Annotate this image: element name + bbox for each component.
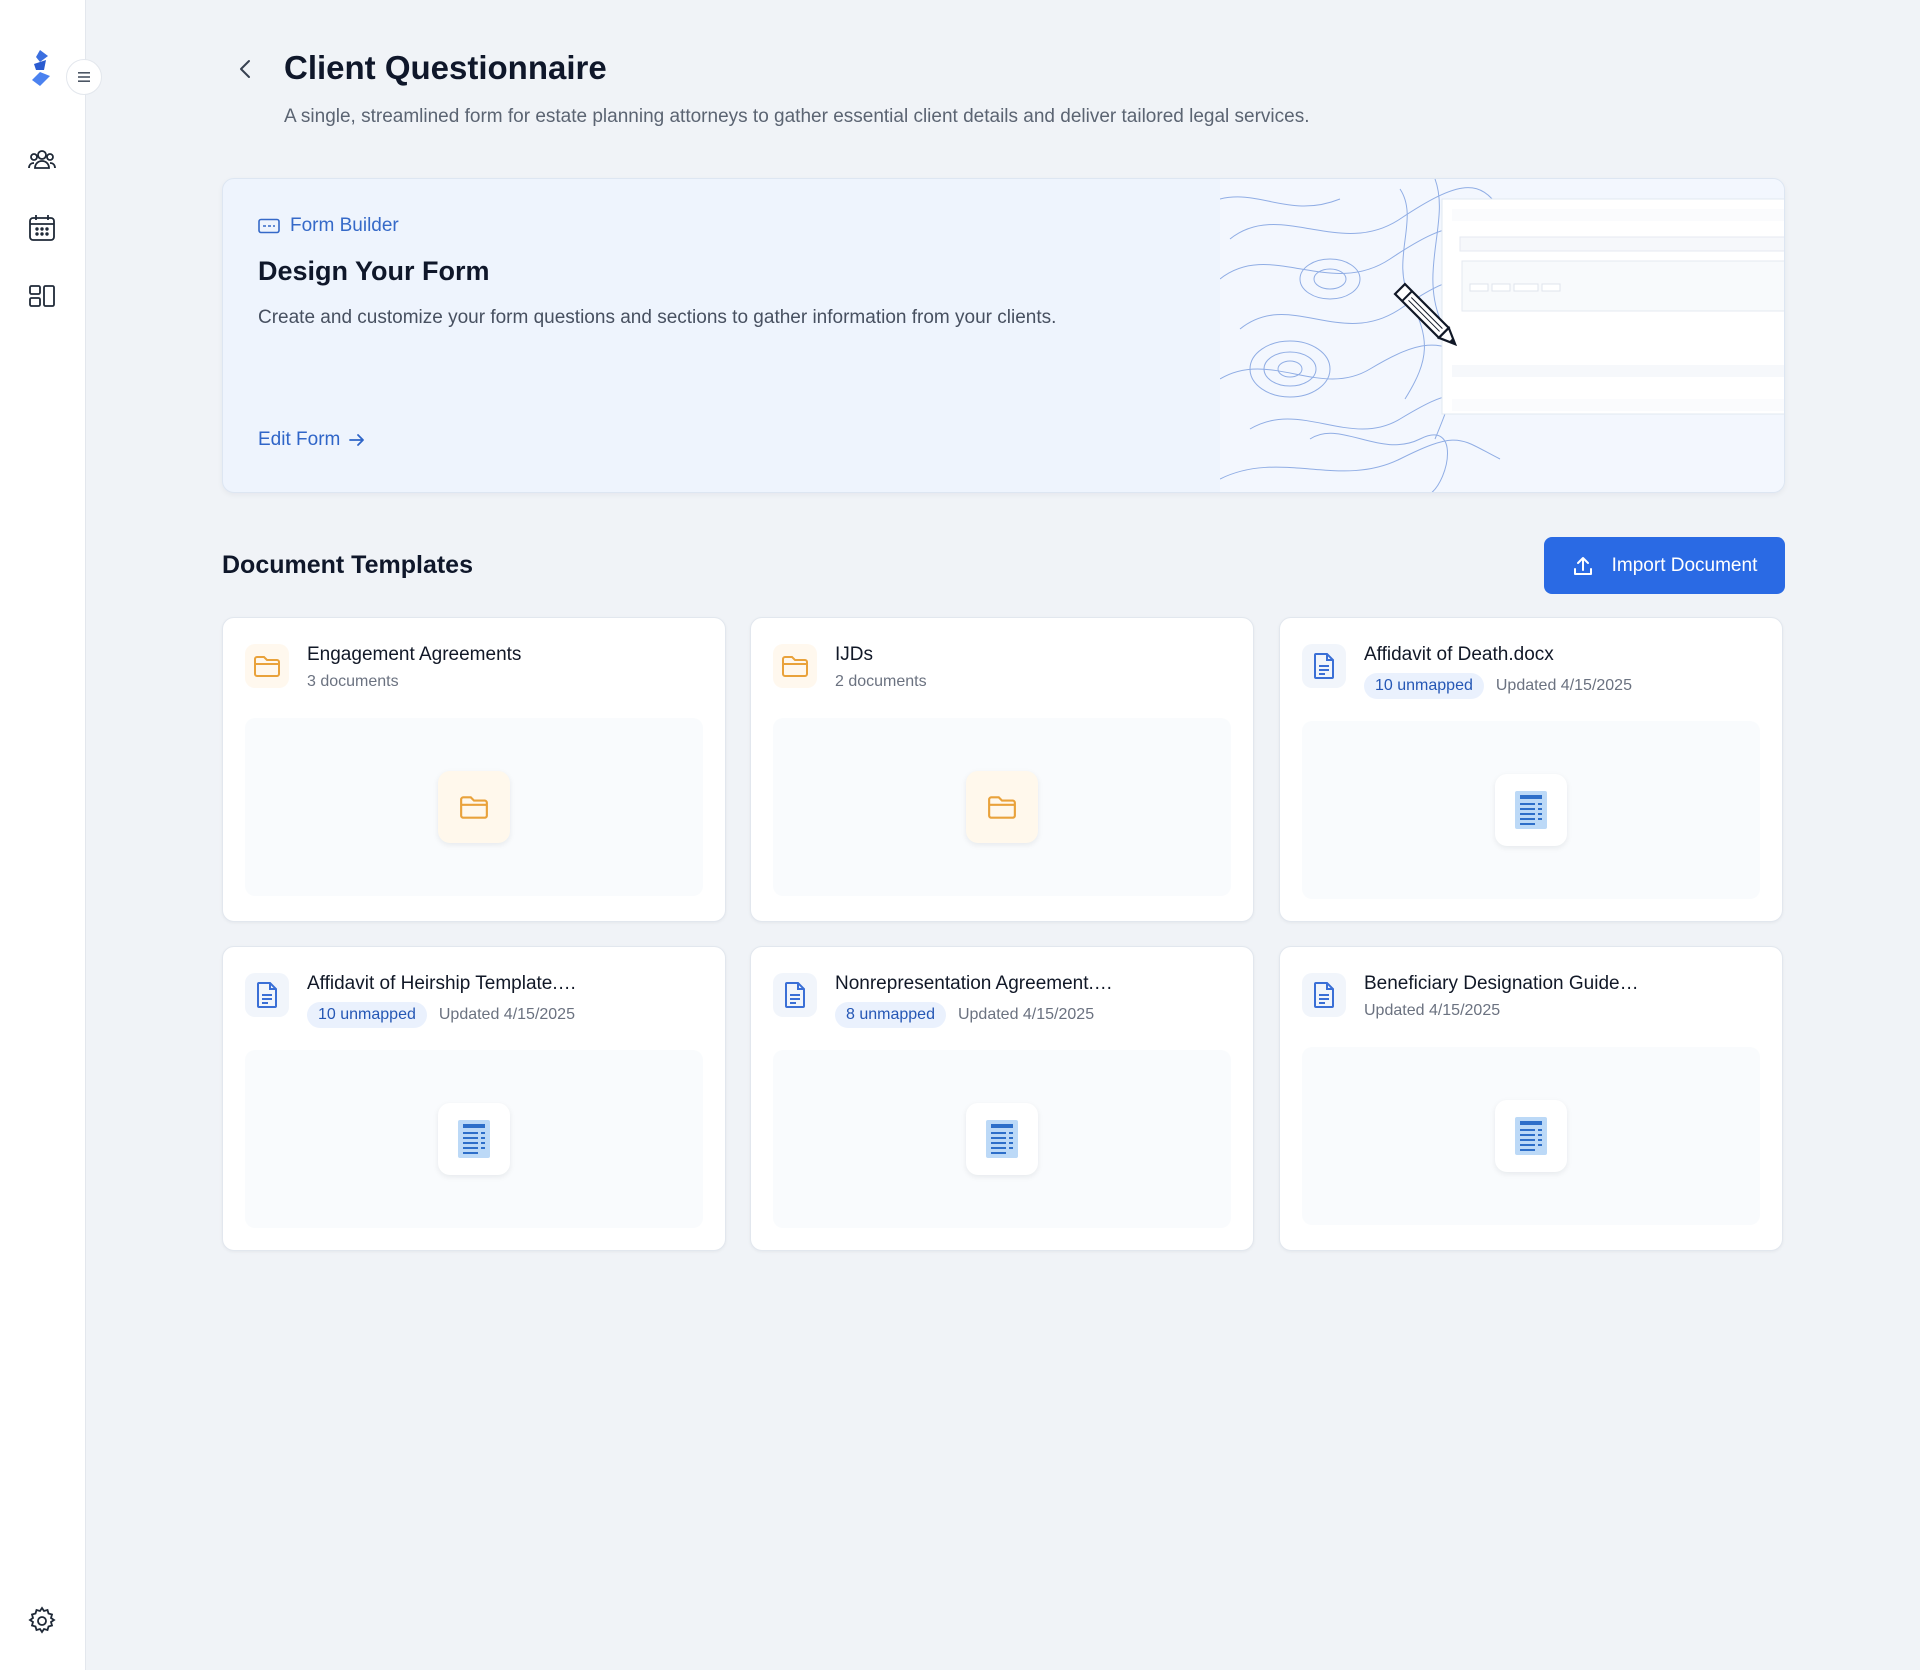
updated-date: Updated 4/15/2025 [438,1006,575,1023]
updated-date: Updated 4/15/2025 [1364,1002,1501,1019]
template-name: Beneficiary Designation Guide… [1364,973,1639,994]
document-icon [1302,973,1346,1017]
folder-icon [773,644,817,688]
calendar-icon [29,215,55,241]
template-card-document[interactable]: Affidavit of Death.docx 10 unmapped Upda… [1279,617,1783,922]
unmapped-badge: 8 unmapped [835,1002,946,1028]
template-meta: Updated 4/15/2025 [1364,1002,1500,1020]
template-card-folder[interactable]: Engagement Agreements 3 documents [222,617,726,922]
hero-description: Create and customize your form questions… [258,307,1057,328]
logo-icon[interactable] [26,48,56,88]
template-preview [1302,1047,1760,1225]
updated-date: Updated 4/15/2025 [957,1006,1095,1023]
document-preview-icon [1495,1100,1567,1172]
template-meta: 8 unmapped Updated 4/15/2025 [835,1002,1094,1028]
edit-form-link[interactable]: Edit Form [258,429,366,451]
updated-date: Updated 4/15/2025 [1495,677,1632,694]
nav-calendar[interactable] [24,210,60,246]
document-templates-title: Document Templates [222,551,473,579]
form-builder-card: Form Builder Design Your Form Create and… [222,178,1785,493]
menu-icon [78,72,90,82]
document-preview-icon [438,1103,510,1175]
hero-title: Design Your Form [258,256,490,286]
template-meta: 10 unmapped Updated 4/15/2025 [1364,673,1632,699]
template-card-document[interactable]: Beneficiary Designation Guide… Updated 4… [1279,946,1783,1251]
import-document-button[interactable]: Import Document [1544,537,1785,594]
clients-icon [28,150,56,169]
document-icon [245,973,289,1017]
template-name: Engagement Agreements [307,644,522,665]
template-name: Nonrepresentation Agreement.… [835,973,1113,994]
document-preview-icon [1495,774,1567,846]
template-preview [1302,721,1760,899]
folder-preview-icon [438,771,510,843]
template-preview [245,1050,703,1228]
template-meta: 3 documents [307,673,399,691]
document-icon [773,973,817,1017]
templates-icon [29,285,55,307]
unmapped-badge: 10 unmapped [307,1002,427,1028]
unmapped-badge: 10 unmapped [1364,673,1484,699]
template-name: Affidavit of Heirship Template.… [307,973,577,994]
template-preview [773,1050,1231,1228]
template-preview [773,718,1231,896]
arrow-right-icon [349,434,365,446]
folder-preview-icon [966,771,1038,843]
sidebar [0,0,102,1670]
page-subtitle: A single, streamlined form for estate pl… [284,106,1310,127]
document-preview-icon [966,1103,1038,1175]
page-title: Client Questionnaire [284,49,607,86]
form-icon [258,218,280,234]
form-builder-label: Form Builder [290,215,399,236]
template-card-document[interactable]: Nonrepresentation Agreement.… 8 unmapped… [750,946,1254,1251]
template-meta: 2 documents [835,673,927,691]
form-preview-illustration [1219,179,1784,492]
edit-form-label: Edit Form [258,429,341,450]
nav-settings[interactable] [24,1603,60,1639]
form-builder-tag: Form Builder [258,215,399,237]
document-icon [1302,644,1346,688]
folder-icon [245,644,289,688]
settings-icon [28,1606,56,1634]
upload-icon [1573,556,1592,575]
template-name: Affidavit of Death.docx [1364,644,1554,665]
template-card-document[interactable]: Affidavit of Heirship Template.… 10 unma… [222,946,726,1251]
import-document-label: Import Document [1611,554,1758,576]
template-name: IJDs [835,644,873,665]
template-card-folder[interactable]: IJDs 2 documents [750,617,1254,922]
template-meta: 10 unmapped Updated 4/15/2025 [307,1002,575,1028]
back-button[interactable] [222,52,268,86]
document-count: 3 documents [307,673,399,690]
template-preview [245,718,703,896]
nav-clients[interactable] [24,142,60,178]
document-count: 2 documents [835,673,927,690]
chevron-left-icon [240,60,250,78]
nav-templates[interactable] [24,278,60,314]
sidebar-toggle-button[interactable] [66,59,102,95]
